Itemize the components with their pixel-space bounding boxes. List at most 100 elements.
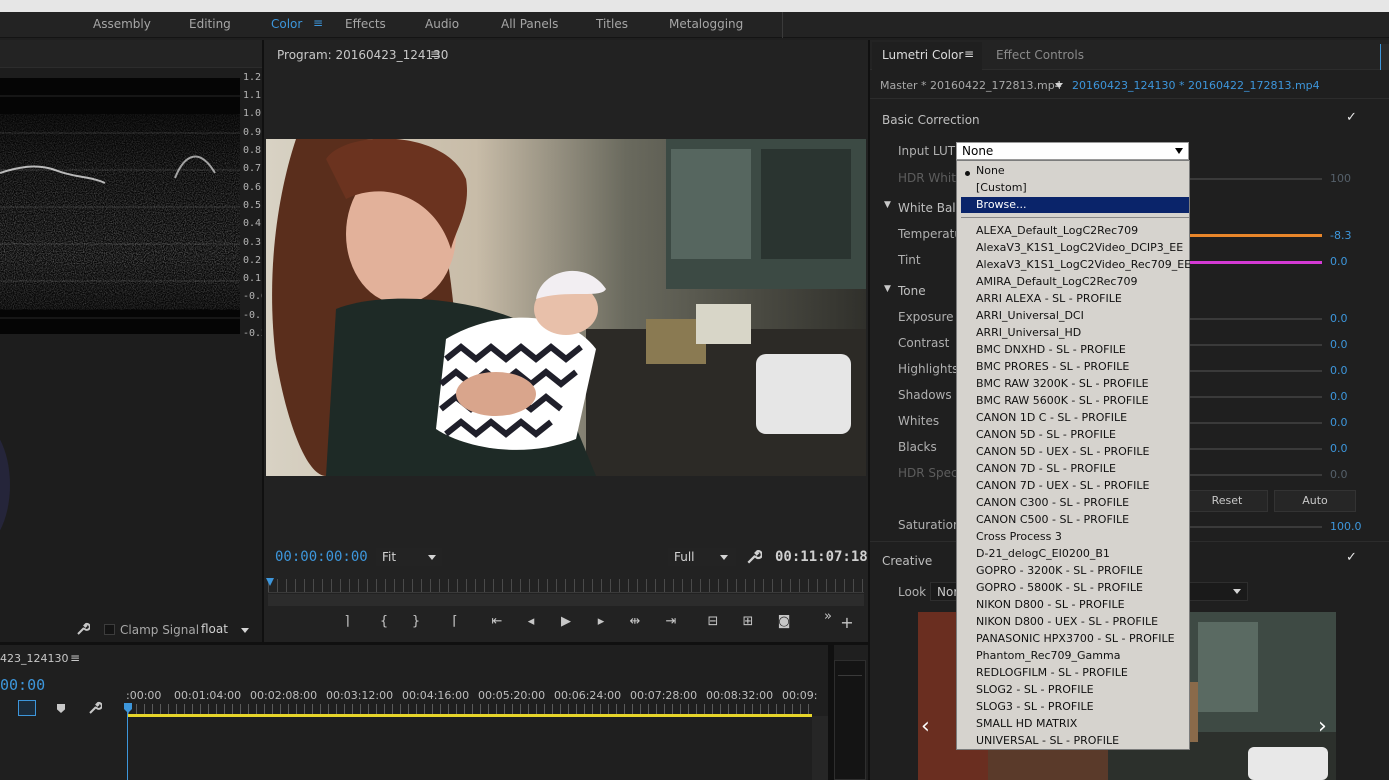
work-area-bar[interactable]: [128, 714, 812, 717]
sequence-clip-label[interactable]: 20160423_124130 * 20160422_172813.mp4: [1072, 79, 1320, 92]
shadows-slider[interactable]: [1188, 396, 1322, 398]
export-frame-camera-icon[interactable]: ◙: [773, 613, 795, 631]
workspace-tab-audio[interactable]: Audio: [425, 17, 459, 31]
saturation-slider[interactable]: [1188, 526, 1322, 528]
tone-header[interactable]: Tone: [898, 284, 926, 298]
workspace-tab-titles[interactable]: Titles: [596, 17, 628, 31]
lut-option[interactable]: BMC RAW 3200K - SL - PROFILE: [976, 377, 1149, 390]
lut-option[interactable]: ARRI_Universal_DCI: [976, 309, 1084, 322]
lift-icon[interactable]: ⊟: [702, 613, 724, 631]
lut-option-none[interactable]: None: [976, 164, 1005, 177]
workspace-tab-metalogging[interactable]: Metalogging: [669, 17, 743, 31]
input-lut-select[interactable]: None: [956, 142, 1189, 160]
lut-option-custom[interactable]: [Custom]: [976, 181, 1027, 194]
workspace-tab-effects[interactable]: Effects: [345, 17, 386, 31]
contrast-slider[interactable]: [1188, 344, 1322, 346]
program-time-ruler[interactable]: [268, 579, 864, 593]
lut-option[interactable]: CANON 5D - SL - PROFILE: [976, 428, 1116, 441]
creative-header[interactable]: Creative: [882, 554, 932, 568]
contrast-value[interactable]: 0.0: [1330, 338, 1348, 351]
timeline-vertical-scrollbar[interactable]: [812, 716, 828, 780]
reset-button[interactable]: Reset: [1186, 490, 1268, 512]
lut-option[interactable]: BMC PRORES - SL - PROFILE: [976, 360, 1129, 373]
lut-option[interactable]: CANON 5D - UEX - SL - PROFILE: [976, 445, 1149, 458]
lut-option[interactable]: BMC RAW 5600K - SL - PROFILE: [976, 394, 1149, 407]
chevron-down-icon[interactable]: [1055, 83, 1063, 88]
lut-option[interactable]: Cross Process 3: [976, 530, 1062, 543]
blacks-value[interactable]: 0.0: [1330, 442, 1348, 455]
lut-option[interactable]: REDLOGFILM - SL - PROFILE: [976, 666, 1128, 679]
hdr-white-slider[interactable]: [1188, 178, 1322, 180]
auto-button[interactable]: Auto: [1274, 490, 1356, 512]
hdr-specular-value[interactable]: 0.0: [1330, 468, 1348, 481]
exposure-slider[interactable]: [1188, 318, 1322, 320]
go-to-out-icon[interactable]: ⇥: [660, 613, 682, 631]
lut-option[interactable]: CANON 7D - SL - PROFILE: [976, 462, 1116, 475]
basic-correction-header[interactable]: Basic Correction: [882, 113, 980, 127]
lut-option[interactable]: AlexaV3_K1S1_LogC2Video_Rec709_EE: [976, 258, 1191, 271]
playhead-icon[interactable]: [266, 578, 274, 586]
workspace-tab-all-panels[interactable]: All Panels: [501, 17, 558, 31]
hdr-specular-slider[interactable]: [1188, 474, 1322, 476]
lut-option[interactable]: SLOG3 - SL - PROFILE: [976, 700, 1094, 713]
workspace-tab-editing[interactable]: Editing: [189, 17, 231, 31]
temperature-value[interactable]: -8.3: [1330, 229, 1351, 242]
tint-slider[interactable]: [1188, 261, 1322, 264]
settings-wrench-icon[interactable]: [746, 549, 762, 565]
highlights-slider[interactable]: [1188, 370, 1322, 372]
program-zoom-scrollbar[interactable]: [268, 594, 864, 606]
lut-option[interactable]: D-21_delogC_EI0200_B1: [976, 547, 1110, 560]
timeline-menu-icon[interactable]: ≡: [70, 651, 80, 665]
resolution-select[interactable]: Full: [668, 548, 736, 566]
blacks-slider[interactable]: [1188, 448, 1322, 450]
whites-slider[interactable]: [1188, 422, 1322, 424]
temperature-slider[interactable]: [1188, 234, 1322, 237]
panel-menu-icon[interactable]: ≡: [430, 47, 440, 61]
timeline-sequence-tab[interactable]: 423_124130: [0, 652, 69, 665]
go-to-in-icon[interactable]: ⇤: [486, 613, 508, 631]
program-monitor-title[interactable]: Program: 20160423_124130: [277, 48, 448, 62]
lut-option[interactable]: UNIVERSAL - SL - PROFILE: [976, 734, 1119, 747]
lut-option[interactable]: CANON C300 - SL - PROFILE: [976, 496, 1129, 509]
basic-correction-checkbox[interactable]: ✓: [1346, 110, 1357, 125]
next-look-chevron-icon[interactable]: ›: [1318, 714, 1327, 739]
lut-option[interactable]: GOPRO - 3200K - SL - PROFILE: [976, 564, 1143, 577]
lut-option[interactable]: SMALL HD MATRIX: [976, 717, 1077, 730]
play-in-to-out-icon[interactable]: ⇹: [624, 613, 646, 631]
lut-option[interactable]: NIKON D800 - UEX - SL - PROFILE: [976, 615, 1158, 628]
mark-in-icon[interactable]: ⌉: [336, 613, 358, 631]
hdr-white-value[interactable]: 100: [1330, 172, 1351, 185]
exposure-value[interactable]: 0.0: [1330, 312, 1348, 325]
saturation-value[interactable]: 100.0: [1330, 520, 1362, 533]
play-icon[interactable]: ▶: [555, 613, 577, 631]
workspace-tab-color[interactable]: Color: [271, 17, 302, 31]
lut-option[interactable]: AlexaV3_K1S1_LogC2Video_DCIP3_EE: [976, 241, 1183, 254]
lut-option[interactable]: CANON C500 - SL - PROFILE: [976, 513, 1129, 526]
step-forward-icon[interactable]: ▸: [590, 613, 612, 631]
timeline-settings-wrench-icon[interactable]: [88, 701, 102, 715]
lut-option[interactable]: PANASONIC HPX3700 - SL - PROFILE: [976, 632, 1175, 645]
lut-option[interactable]: BMC DNXHD - SL - PROFILE: [976, 343, 1126, 356]
workspace-menu-icon[interactable]: ≡: [313, 16, 323, 30]
tab-effect-controls[interactable]: Effect Controls: [996, 48, 1084, 62]
whites-value[interactable]: 0.0: [1330, 416, 1348, 429]
lut-option[interactable]: ALEXA_Default_LogC2Rec709: [976, 224, 1138, 237]
panel-menu-icon[interactable]: ≡: [964, 47, 974, 61]
button-editor-plus-icon[interactable]: +: [836, 614, 858, 632]
step-back-icon[interactable]: ◂: [520, 613, 542, 631]
disclosure-triangle-icon[interactable]: ▼: [884, 284, 891, 294]
mark-in-brace-icon[interactable]: {: [373, 613, 395, 631]
master-clip-label[interactable]: Master * 20160422_172813.mp4: [880, 79, 1062, 92]
snap-icon[interactable]: [18, 700, 36, 716]
lut-option[interactable]: Phantom_Rec709_Gamma: [976, 649, 1120, 662]
lut-option[interactable]: ARRI ALEXA - SL - PROFILE: [976, 292, 1122, 305]
tab-lumetri-color[interactable]: Lumetri Color ≡: [872, 42, 982, 70]
lut-option[interactable]: NIKON D800 - SL - PROFILE: [976, 598, 1125, 611]
clamp-signal-checkbox[interactable]: [104, 624, 115, 635]
lut-option[interactable]: SLOG2 - SL - PROFILE: [976, 683, 1094, 696]
program-current-timecode[interactable]: 00:00:00:00: [275, 549, 368, 565]
creative-checkbox[interactable]: ✓: [1346, 550, 1357, 565]
lut-option[interactable]: ARRI_Universal_HD: [976, 326, 1081, 339]
lut-option[interactable]: CANON 1D C - SL - PROFILE: [976, 411, 1127, 424]
lut-option[interactable]: GOPRO - 5800K - SL - PROFILE: [976, 581, 1143, 594]
